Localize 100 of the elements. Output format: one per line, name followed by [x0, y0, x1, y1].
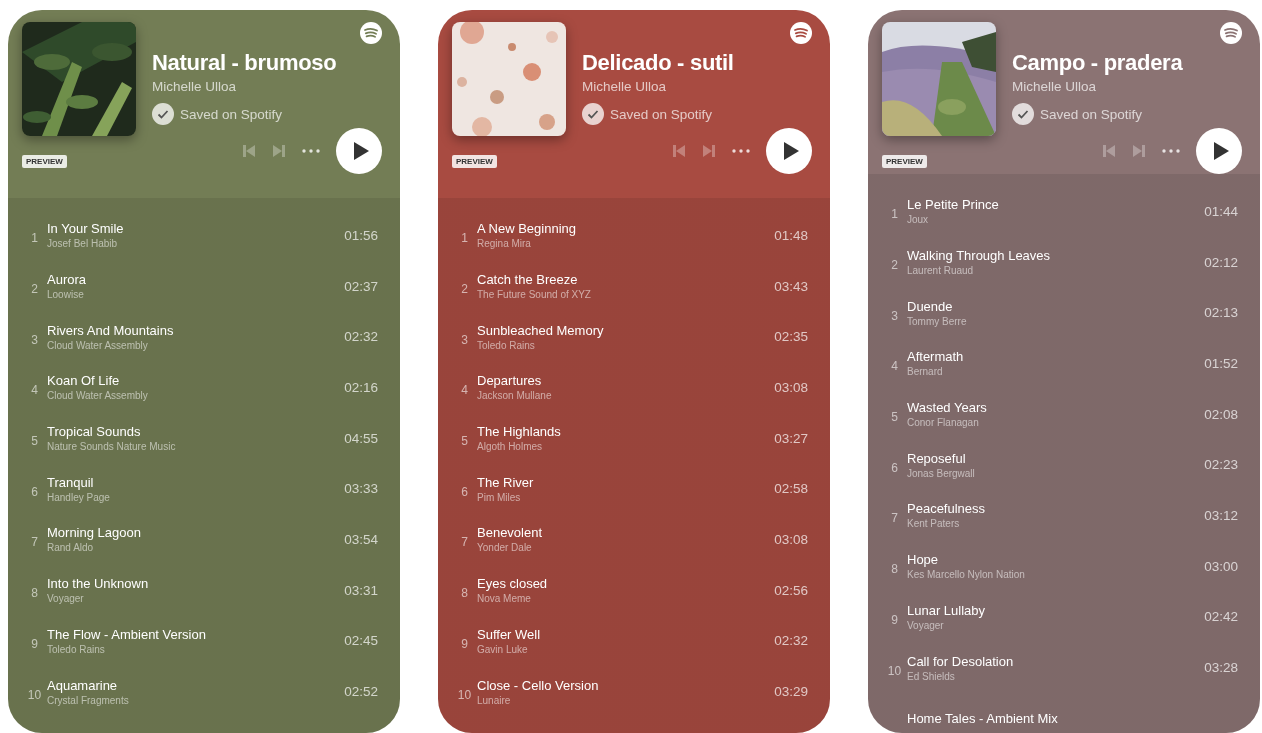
track-duration: 02:13 [1204, 305, 1238, 321]
track-artist: Joux [907, 214, 929, 226]
track-number: 9 [30, 636, 39, 651]
track-artist: Voyager [47, 593, 84, 605]
track-number: 10 [26, 687, 43, 702]
spotify-logo-icon [1220, 22, 1242, 44]
track-artist: Kent Paters [907, 518, 960, 530]
track-number: 5 [890, 410, 899, 425]
check-circle-icon [152, 103, 174, 125]
track-title: Aftermath [907, 349, 964, 365]
track-title: Eyes closed [477, 576, 548, 592]
check-circle-icon [582, 103, 604, 125]
track-title: In Your Smile [47, 221, 124, 237]
track-title: Aquamarine [47, 677, 118, 693]
track-number: 1 [890, 207, 899, 222]
track-artist: Toledo Rains [47, 643, 105, 655]
track-number: 6 [460, 484, 469, 499]
track-title: Le Petite Prince [907, 197, 999, 213]
track-row[interactable]: 5 Tropical Sounds Nature Sounds Nature Music 04:55 [8, 412, 400, 464]
track-duration: 03:08 [774, 379, 808, 395]
track-title: Morning Lagoon [47, 525, 141, 541]
play-button-icon[interactable] [766, 128, 812, 174]
track-row[interactable]: 8 Hope Kes Marcello Nylon Nation 03:00 [868, 540, 1260, 592]
track-artist: The Future Sound of XYZ [477, 289, 591, 301]
track-artist: Gavin Luke [477, 643, 528, 655]
track-artist: Rand Aldo [47, 542, 94, 554]
track-artist: Cloud Water Assembly [47, 339, 148, 351]
track-duration: 01:52 [1204, 355, 1238, 371]
track-title: Into the Unknown [47, 576, 149, 592]
play-button-icon[interactable] [336, 128, 382, 174]
track-number: 7 [890, 511, 899, 526]
more-icon[interactable] [1162, 149, 1180, 153]
track-number: 4 [30, 383, 39, 398]
track-row[interactable]: Home Tales - Ambient Mix [868, 692, 1260, 733]
play-button-icon[interactable] [1196, 128, 1242, 174]
track-duration: 03:08 [774, 531, 808, 547]
track-duration: 01:44 [1204, 203, 1238, 219]
track-title: Aurora [47, 272, 87, 288]
track-artist: Yonder Dale [477, 542, 532, 554]
more-icon[interactable] [732, 149, 750, 153]
track-artist: Pim Miles [477, 491, 521, 503]
track-title: The Flow - Ambient Version [47, 626, 206, 642]
next-icon[interactable] [702, 144, 716, 158]
track-title: Benevolent [477, 525, 543, 541]
track-number: 4 [890, 359, 899, 374]
track-duration: 02:16 [344, 379, 378, 395]
more-icon[interactable] [302, 149, 320, 153]
track-number: 2 [890, 258, 899, 273]
track-number: 3 [30, 332, 39, 347]
track-row[interactable]: 9 The Flow - Ambient Version Toledo Rains 02:45 [8, 615, 400, 667]
track-artist: Nova Meme [477, 593, 531, 605]
track-title: Hope [907, 552, 939, 568]
previous-icon[interactable] [672, 144, 686, 158]
track-title: Close - Cello Version [477, 677, 599, 693]
track-title: Wasted Years [907, 400, 987, 416]
track-artist: Jonas Bergwall [907, 467, 975, 479]
track-duration: 01:56 [344, 227, 378, 243]
track-title: Departures [477, 373, 542, 389]
track-number: 1 [30, 231, 39, 246]
track-number: 4 [460, 383, 469, 398]
track-duration: 02:08 [1204, 406, 1238, 422]
track-title: Home Tales - Ambient Mix [907, 710, 1058, 726]
track-artist: Algoth Holmes [477, 441, 543, 453]
track-number: 10 [456, 687, 473, 702]
track-artist: Cloud Water Assembly [47, 390, 148, 402]
track-duration: 03:12 [1204, 507, 1238, 523]
track-number: 6 [30, 484, 39, 499]
track-duration: 02:37 [344, 278, 378, 294]
track-title: The River [477, 474, 534, 490]
track-duration: 02:32 [774, 633, 808, 649]
track-duration: 02:52 [344, 684, 378, 700]
track-number: 7 [460, 535, 469, 550]
track-artist: Kes Marcello Nylon Nation [907, 569, 1025, 581]
track-title: The Highlands [477, 424, 561, 440]
track-title: Koan Of Life [47, 373, 120, 389]
track-duration: 02:12 [1204, 254, 1238, 270]
track-artist: Conor Flanagan [907, 417, 979, 429]
track-duration: 02:35 [774, 329, 808, 345]
track-number: 2 [460, 282, 469, 297]
track-number: 5 [30, 434, 39, 449]
track-duration: 03:33 [344, 481, 378, 497]
track-artist: Laurent Ruaud [907, 265, 974, 277]
track-number: 6 [890, 460, 899, 475]
track-number: 8 [890, 562, 899, 577]
track-artist: Jackson Mullane [477, 390, 552, 402]
saved-label: Saved on Spotify [610, 106, 713, 122]
saved-label: Saved on Spotify [1040, 106, 1143, 122]
track-duration: 02:32 [344, 329, 378, 345]
preview-badge: PREVIEW [452, 155, 497, 168]
track-number: 8 [30, 586, 39, 601]
track-title: A New Beginning [477, 221, 576, 237]
owner-name: Michelle Ulloa [1012, 79, 1098, 94]
spotify-logo-icon [360, 22, 382, 44]
track-artist: Lunaire [477, 694, 511, 706]
track-title: Rivers And Mountains [47, 322, 174, 338]
track-title: Tranquil [47, 474, 94, 490]
track-title: Tropical Sounds [47, 424, 141, 440]
track-title: Reposeful [907, 450, 966, 466]
track-title: Call for Desolation [907, 653, 1014, 669]
track-duration: 02:58 [774, 481, 808, 497]
